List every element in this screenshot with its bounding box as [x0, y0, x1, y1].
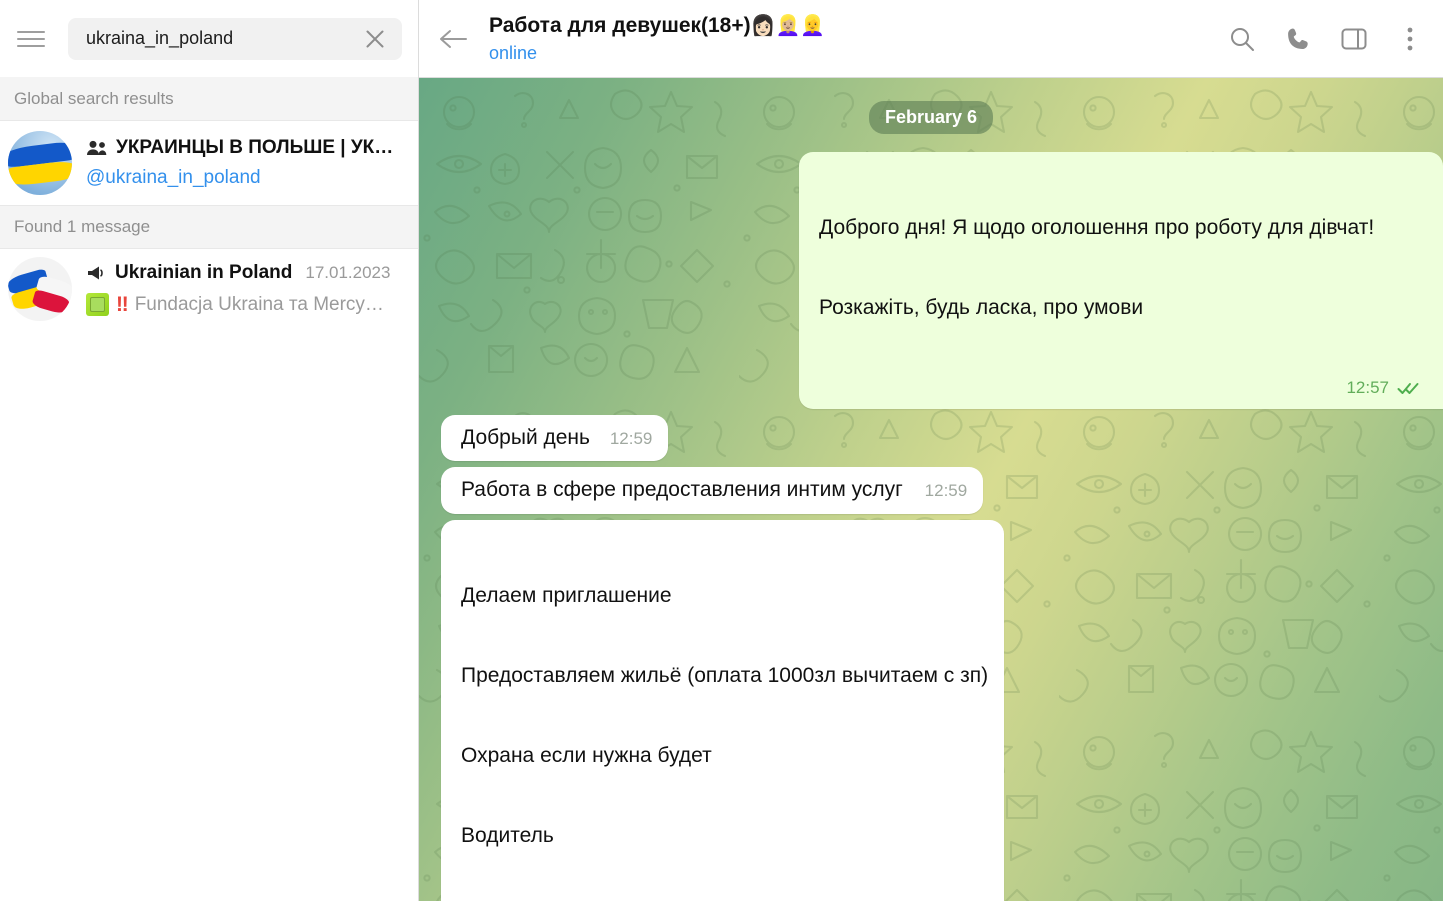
- message-bubble-incoming[interactable]: Добрый день 12:59: [441, 415, 668, 462]
- result-body: УКРАИНЦЫ В ПОЛЬШЕ | УКР… @ukraina_in_pol…: [86, 137, 404, 189]
- chat-title-block[interactable]: Работа для девушек(18+)👩🏻👱🏼‍♀️👱‍♀️ onlin…: [489, 13, 1227, 64]
- global-search-result-item[interactable]: УКРАИНЦЫ В ПОЛЬШЕ | УКР… @ukraina_in_pol…: [0, 121, 418, 205]
- telegram-window: Global search results УКРАИНЦЫ В ПОЛЬ: [0, 0, 1443, 901]
- chat-body: February 6 Доброго дня! Я щодо оголошенн…: [419, 78, 1443, 901]
- message-row: Доброго дня! Я щодо оголошення про робот…: [419, 152, 1443, 415]
- message-text: Делаем приглашение Предоставляем жильё (…: [461, 530, 988, 901]
- message-text: Добрый день: [461, 426, 590, 449]
- message-row: Добрый день 12:59: [419, 415, 1443, 468]
- message-line: Делаем приглашение: [461, 583, 988, 610]
- header-actions: [1227, 24, 1425, 54]
- message-time: 12:57: [1346, 377, 1389, 399]
- sidebar-toggle-icon[interactable]: [1339, 24, 1369, 54]
- message-line: Доброго дня! Я щодо оголошення про робот…: [819, 215, 1421, 242]
- result-body: Ukrainian in Poland 17.01.2023 ‼ Fundacj…: [86, 262, 404, 317]
- double-exclamation-icon: ‼: [116, 293, 128, 317]
- message-line: Розкажіть, будь ласка, про умови: [819, 295, 1421, 322]
- result-title: Ukrainian in Poland: [115, 262, 292, 284]
- message-search-result-item[interactable]: Ukrainian in Poland 17.01.2023 ‼ Fundacj…: [0, 249, 418, 335]
- chat-header: Работа для девушек(18+)👩🏻👱🏼‍♀️👱‍♀️ onlin…: [419, 0, 1443, 78]
- message-row: Делаем приглашение Предоставляем жильё (…: [419, 520, 1443, 901]
- money-with-wings-emoji: [86, 293, 109, 316]
- message-time: 12:59: [925, 480, 968, 502]
- search-bar: [0, 0, 418, 77]
- double-check-icon: [1397, 380, 1421, 396]
- message-bubble-incoming[interactable]: Делаем приглашение Предоставляем жильё (…: [441, 520, 1004, 901]
- phone-icon[interactable]: [1283, 24, 1313, 54]
- search-box[interactable]: [68, 18, 402, 60]
- message-bubble-outgoing[interactable]: Доброго дня! Я щодо оголошення про робот…: [799, 152, 1443, 409]
- message-line: Предоставляем жильё (оплата 1000зл вычит…: [461, 663, 988, 690]
- search-icon[interactable]: [1227, 24, 1257, 54]
- arrow-left-icon[interactable]: [427, 13, 479, 65]
- message-text: Доброго дня! Я щодо оголошення про робот…: [819, 162, 1421, 375]
- result-username[interactable]: @ukraina_in_poland: [86, 167, 404, 189]
- message-meta: 12:57: [819, 377, 1421, 399]
- megaphone-icon: [86, 265, 106, 281]
- chat-title-text: Работа для девушек(18+): [489, 14, 751, 37]
- section-header-global: Global search results: [0, 77, 418, 121]
- chat-area: Работа для девушек(18+)👩🏻👱🏼‍♀️👱‍♀️ onlin…: [419, 0, 1443, 901]
- message-text: Работа в сфере предоставления интим услу…: [461, 478, 903, 501]
- message-list: February 6 Доброго дня! Я щодо оголошенн…: [419, 78, 1443, 901]
- date-separator: February 6: [869, 101, 993, 134]
- search-input[interactable]: [86, 28, 362, 49]
- group-icon: [86, 140, 108, 156]
- sidebar-empty-area: [0, 335, 418, 901]
- avatar: [8, 131, 72, 195]
- chat-title-emojis: 👩🏻👱🏼‍♀️👱‍♀️: [751, 15, 826, 37]
- result-preview: Fundacja Ukraina та Mercy…: [135, 294, 384, 316]
- section-header-messages: Found 1 message: [0, 205, 418, 249]
- result-title: УКРАИНЦЫ В ПОЛЬШЕ | УКР…: [116, 137, 404, 159]
- message-line: Охрана если нужна будет: [461, 743, 988, 770]
- message-bubble-incoming[interactable]: Работа в сфере предоставления интим услу…: [441, 467, 983, 514]
- date-separator-row: February 6: [419, 101, 1443, 134]
- avatar: [8, 257, 72, 321]
- left-sidebar: Global search results УКРАИНЦЫ В ПОЛЬ: [0, 0, 419, 901]
- hamburger-menu-icon[interactable]: [8, 16, 54, 62]
- message-row: Работа в сфере предоставления интим услу…: [419, 467, 1443, 520]
- status-badge: online: [489, 43, 1227, 64]
- message-time: 12:59: [610, 428, 653, 450]
- close-icon[interactable]: [362, 26, 388, 52]
- page-title: Работа для девушек(18+)👩🏻👱🏼‍♀️👱‍♀️: [489, 13, 1227, 39]
- message-line: Водитель: [461, 823, 988, 850]
- more-vertical-icon[interactable]: [1395, 24, 1425, 54]
- result-date: 17.01.2023: [305, 263, 390, 283]
